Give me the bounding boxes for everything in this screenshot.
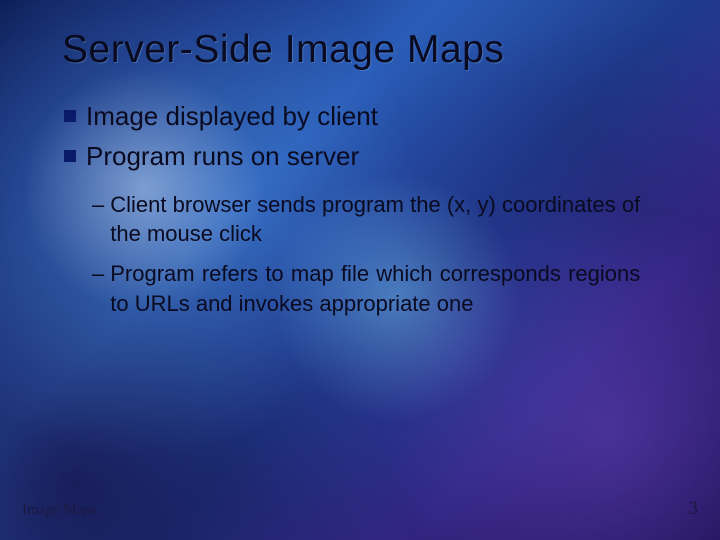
subbullet-text: Client browser sends program the (x, y) …: [110, 190, 640, 249]
square-bullet-icon: [64, 150, 76, 162]
dash-bullet-icon: –: [92, 259, 104, 289]
subbullet-item: – Program refers to map file which corre…: [92, 259, 658, 318]
bullet-text: Program runs on server: [86, 140, 359, 174]
bullet-item: Program runs on server: [64, 140, 658, 174]
subbullet-item: – Client browser sends program the (x, y…: [92, 190, 658, 249]
bullet-list: Image displayed by client Program runs o…: [64, 100, 658, 318]
bullet-item: Image displayed by client: [64, 100, 658, 134]
subbullet-list: – Client browser sends program the (x, y…: [92, 190, 658, 319]
bullet-text: Image displayed by client: [86, 100, 378, 134]
dash-bullet-icon: –: [92, 190, 104, 220]
footer: Image Maps 3: [22, 498, 698, 520]
page-number: 3: [689, 498, 699, 520]
footer-label: Image Maps: [22, 502, 97, 519]
slide: Server-Side Image Maps Image displayed b…: [0, 0, 720, 540]
subbullet-text: Program refers to map file which corresp…: [110, 259, 640, 318]
slide-title: Server-Side Image Maps: [62, 28, 658, 72]
square-bullet-icon: [64, 110, 76, 122]
